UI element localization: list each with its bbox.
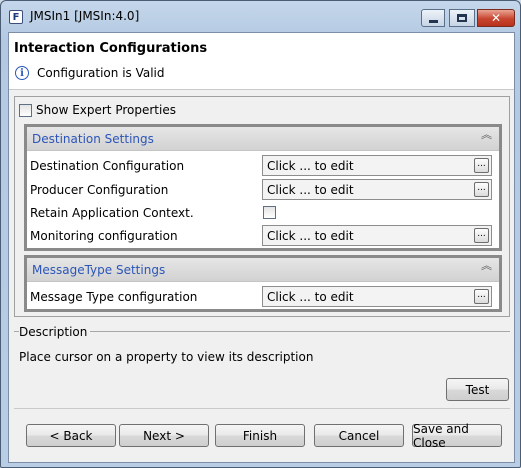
- minimize-button[interactable]: [421, 9, 445, 27]
- edit-button[interactable]: ...: [474, 228, 489, 243]
- save-and-close-button[interactable]: Save and Close: [412, 422, 502, 450]
- maximize-button[interactable]: [449, 9, 475, 27]
- properties-panel: Show Expert Properties Destination Setti…: [14, 96, 510, 317]
- close-button[interactable]: ✕: [477, 9, 515, 27]
- property-row: Retain Application Context.: [27, 201, 499, 224]
- property-row: Monitoring configuration Click ... to ed…: [27, 224, 499, 247]
- back-button[interactable]: < Back: [26, 424, 116, 447]
- field-value: Click ... to edit: [267, 229, 354, 243]
- title-bar[interactable]: F JMSIn1 [JMSIn:4.0] ✕: [1, 1, 520, 32]
- property-label: Monitoring configuration: [30, 229, 178, 243]
- description-text: Place cursor on a property to view its d…: [19, 350, 314, 364]
- property-label: Destination Configuration: [30, 159, 185, 173]
- field-value: Click ... to edit: [267, 183, 354, 197]
- section-header[interactable]: Destination Settings ︽: [27, 127, 499, 151]
- destination-settings-section: Destination Settings ︽ Destination Confi…: [24, 124, 502, 251]
- edit-button[interactable]: ...: [474, 182, 489, 197]
- field-value: Click ... to edit: [267, 159, 354, 173]
- property-label: Producer Configuration: [30, 183, 169, 197]
- monitoring-config-field[interactable]: Click ... to edit ...: [262, 225, 492, 246]
- show-expert-checkbox[interactable]: [19, 103, 32, 117]
- minimize-icon: [428, 19, 438, 23]
- description-title: Description: [19, 325, 91, 339]
- property-label: Retain Application Context.: [30, 206, 194, 220]
- show-expert-label: Show Expert Properties: [36, 103, 176, 117]
- page-title: Interaction Configurations: [14, 41, 208, 56]
- property-row: Producer Configuration Click ... to edit…: [27, 178, 499, 201]
- dialog-content: Interaction Configurations i Configurati…: [8, 32, 515, 463]
- collapse-icon[interactable]: ︽: [481, 129, 492, 140]
- maximize-icon: [457, 14, 467, 22]
- show-expert-row[interactable]: Show Expert Properties: [19, 103, 176, 117]
- section-title: Destination Settings: [32, 132, 154, 146]
- property-row: Message Type configuration Click ... to …: [27, 285, 499, 308]
- message-type-config-field[interactable]: Click ... to edit ...: [262, 286, 492, 307]
- finish-button[interactable]: Finish: [215, 424, 305, 447]
- test-button[interactable]: Test: [446, 378, 509, 401]
- cancel-button[interactable]: Cancel: [314, 424, 404, 447]
- section-title: MessageType Settings: [32, 263, 166, 277]
- collapse-icon[interactable]: ︽: [481, 260, 492, 271]
- window-title: JMSIn1 [JMSIn:4.0]: [30, 9, 140, 23]
- edit-button[interactable]: ...: [474, 289, 489, 304]
- app-icon: F: [9, 10, 23, 24]
- validation-status: Configuration is Valid: [37, 66, 165, 80]
- dialog-window: F JMSIn1 [JMSIn:4.0] ✕ Interaction Confi…: [0, 0, 521, 468]
- edit-button[interactable]: ...: [474, 158, 489, 173]
- section-header[interactable]: MessageType Settings ︽: [27, 258, 499, 282]
- retain-context-checkbox[interactable]: [263, 206, 276, 219]
- producer-config-field[interactable]: Click ... to edit ...: [262, 179, 492, 200]
- next-button[interactable]: Next >: [119, 424, 209, 447]
- info-icon: i: [15, 66, 29, 80]
- messagetype-settings-section: MessageType Settings ︽ Message Type conf…: [24, 255, 502, 312]
- destination-config-field[interactable]: Click ... to edit ...: [262, 155, 492, 176]
- close-icon: ✕: [490, 11, 502, 25]
- property-row: Destination Configuration Click ... to e…: [27, 154, 499, 177]
- property-label: Message Type configuration: [30, 290, 198, 304]
- button-separator: [14, 408, 510, 409]
- field-value: Click ... to edit: [267, 290, 354, 304]
- description-box: Description Place cursor on a property t…: [14, 325, 510, 366]
- wizard-header: Interaction Configurations i Configurati…: [9, 33, 514, 90]
